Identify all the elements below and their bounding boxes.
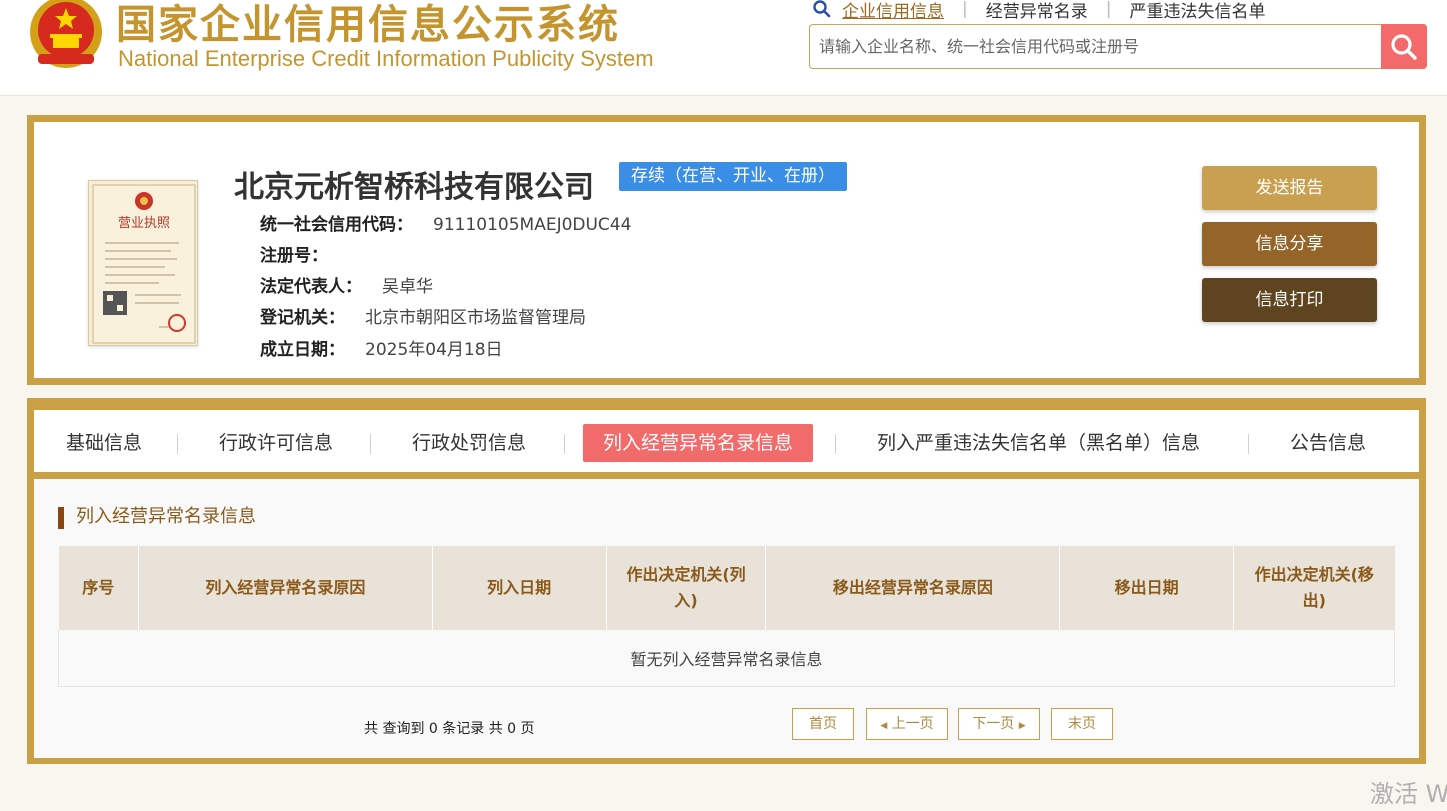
table-row: 暂无列入经营异常名录信息 [58, 630, 1395, 687]
pager-summary: 共 查询到 0 条记录 共 0 页 [364, 721, 535, 737]
print-info-button[interactable]: 信息打印 [1202, 278, 1377, 322]
empty-message: 暂无列入经营异常名录信息 [58, 630, 1395, 687]
section-title: 列入经营异常名录信息 [58, 507, 256, 529]
column-header: 移出日期 [1059, 546, 1235, 630]
tab-content: 列入经营异常名录信息 序号 列入经营异常名录原因 列入日期 作出决定机关(列入)… [34, 479, 1419, 758]
field-label: 登记机关： [260, 308, 345, 328]
info-panel: 基础信息 行政许可信息 行政处罚信息 列入经营异常名录信息 列入严重违法失信名单… [27, 398, 1426, 764]
nav-divider: | [1105, 0, 1112, 19]
field-value: 91110105MAEJ0DUC44 [433, 215, 632, 235]
tab-divider [564, 434, 565, 454]
search-input[interactable] [819, 25, 1379, 68]
field-label: 法定代表人： [260, 277, 362, 297]
field-value: 北京市朝阳区市场监督管理局 [365, 308, 586, 328]
field-legal-rep: 法定代表人： 吴卓华 [260, 272, 433, 297]
abnormal-list-table: 序号 列入经营异常名录原因 列入日期 作出决定机关(列入) 移出经营异常名录原因… [58, 546, 1395, 687]
table-header-row: 序号 列入经营异常名录原因 列入日期 作出决定机关(列入) 移出经营异常名录原因… [58, 546, 1395, 630]
next-page-label: 下一页 [972, 716, 1015, 732]
license-title: 营业执照 [118, 216, 170, 231]
site-title-cn: 国家企业信用信息公示系统 [116, 2, 620, 48]
company-card: 营业执照 北京元析智桥科技有限公司 存续（在营、开业、在册） 统一社会信用代码：… [27, 115, 1426, 385]
column-header: 列入经营异常名录原因 [138, 546, 433, 630]
activation-watermark: 激活 W [1370, 780, 1447, 808]
tab-divider [1248, 434, 1249, 454]
chevron-right-icon: ▶ [1018, 721, 1026, 731]
business-license-image[interactable]: 营业执照 [88, 180, 198, 346]
nav-enterprise-credit[interactable]: 企业信用信息 [842, 0, 944, 22]
prev-page-button[interactable]: ◀ 上一页 [866, 708, 948, 740]
field-credit-code: 统一社会信用代码： 91110105MAEJ0DUC44 [260, 210, 631, 235]
tab-bar: 基础信息 行政许可信息 行政处罚信息 列入经营异常名录信息 列入严重违法失信名单… [34, 410, 1419, 472]
column-header: 作出决定机关(移出) [1233, 546, 1395, 630]
national-emblem-icon [30, 0, 102, 68]
column-header: 序号 [58, 546, 139, 630]
site-header: 国家企业信用信息公示系统 National Enterprise Credit … [0, 0, 1447, 96]
search-icon [1391, 33, 1417, 60]
company-status-badge: 存续（在营、开业、在册） [619, 162, 847, 191]
tab-divider [835, 434, 836, 454]
top-nav: 企业信用信息 | 经营异常名录 | 严重违法失信名单 [812, 0, 1265, 22]
tab-admin-license[interactable]: 行政许可信息 [199, 424, 353, 462]
tab-admin-penalty[interactable]: 行政处罚信息 [392, 424, 546, 462]
site-title-en: National Enterprise Credit Information P… [118, 46, 654, 71]
column-header: 作出决定机关(列入) [606, 546, 767, 630]
field-label: 成立日期： [260, 340, 345, 360]
nav-divider: | [962, 0, 968, 19]
share-info-button[interactable]: 信息分享 [1202, 222, 1377, 266]
field-established-date: 成立日期： 2025年04月18日 [260, 335, 503, 360]
field-value: 2025年04月18日 [365, 340, 503, 360]
first-page-button[interactable]: 首页 [792, 708, 854, 740]
tab-divider [177, 434, 178, 454]
search-icon [813, 0, 831, 18]
tab-divider [370, 434, 371, 454]
last-page-button[interactable]: 末页 [1051, 708, 1113, 740]
tab-abnormal-list[interactable]: 列入经营异常名录信息 [583, 424, 814, 462]
field-label: 统一社会信用代码： [260, 215, 413, 235]
business-license-thumbnail: 营业执照 [92, 184, 196, 344]
chevron-left-icon: ◀ [880, 721, 888, 731]
send-report-button[interactable]: 发送报告 [1202, 166, 1377, 210]
search-button[interactable] [1381, 24, 1427, 69]
prev-page-label: 上一页 [891, 716, 934, 732]
column-header: 移出经营异常名录原因 [765, 546, 1061, 630]
field-value: 吴卓华 [382, 277, 433, 297]
tab-basic-info[interactable]: 基础信息 [46, 424, 162, 462]
field-reg-number: 注册号： [260, 241, 348, 266]
company-name: 北京元析智桥科技有限公司 [234, 170, 594, 205]
search-bar [809, 24, 1427, 69]
next-page-button[interactable]: 下一页 ▶ [958, 708, 1040, 740]
tab-blacklist[interactable]: 列入严重违法失信名单（黑名单）信息 [857, 424, 1220, 462]
nav-blacklist[interactable]: 严重违法失信名单 [1129, 0, 1265, 22]
field-reg-authority: 登记机关： 北京市朝阳区市场监督管理局 [260, 303, 586, 328]
nav-abnormal-list[interactable]: 经营异常名录 [986, 0, 1088, 22]
tab-announcements[interactable]: 公告信息 [1270, 424, 1386, 462]
column-header: 列入日期 [432, 546, 607, 630]
field-label: 注册号： [260, 246, 328, 266]
